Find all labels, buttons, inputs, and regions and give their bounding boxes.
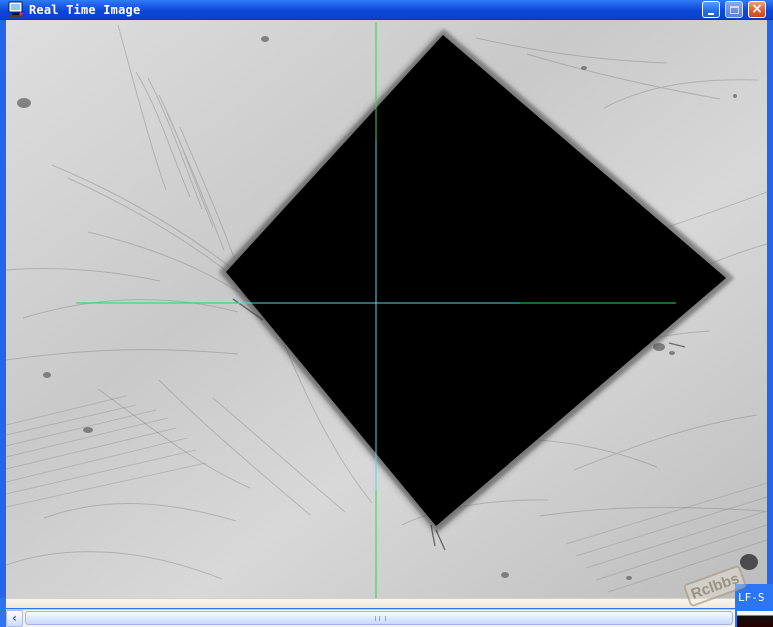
title-bar[interactable]: Real Time Image × xyxy=(0,0,773,20)
app-window-icon xyxy=(8,1,23,17)
maximize-button[interactable] xyxy=(725,1,743,18)
scroll-grip-icon xyxy=(375,616,386,621)
close-icon: × xyxy=(751,1,763,17)
real-time-image-window: Real Time Image × LF-S Rclbbs ‹ xyxy=(0,0,773,627)
scroll-thumb[interactable] xyxy=(25,611,733,625)
maximize-icon xyxy=(730,6,739,14)
horizontal-scrollbar[interactable]: ‹ xyxy=(6,609,735,627)
real-time-image-viewport[interactable] xyxy=(6,20,767,598)
window-title: Real Time Image xyxy=(29,3,141,17)
microscope-image xyxy=(6,20,767,598)
minimize-icon xyxy=(708,13,714,15)
scroll-left-button[interactable]: ‹ xyxy=(6,610,23,627)
minimize-button[interactable] xyxy=(702,1,720,18)
status-strip xyxy=(6,598,735,608)
scroll-left-icon: ‹ xyxy=(12,611,17,625)
corner-preview xyxy=(737,611,773,627)
corner-status-text: LF-S xyxy=(738,591,765,604)
close-button[interactable]: × xyxy=(748,1,766,18)
scroll-track[interactable] xyxy=(23,610,735,627)
